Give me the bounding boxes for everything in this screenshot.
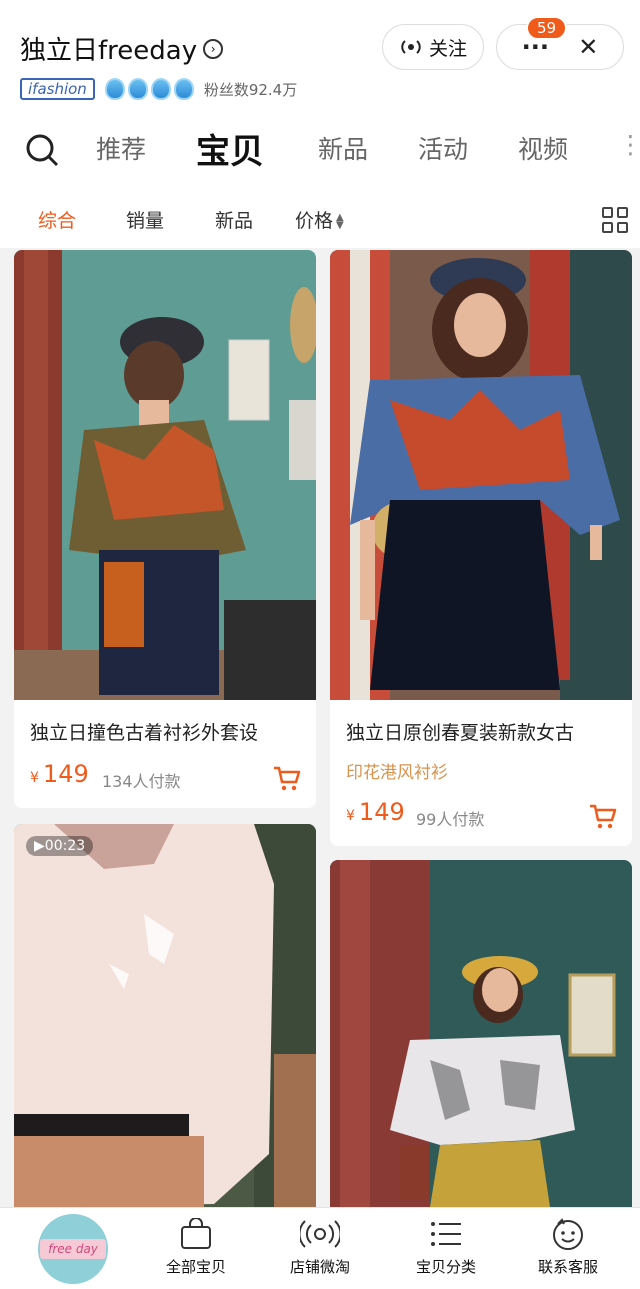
currency-symbol: ¥ [346,808,355,824]
product-subtitle: 印花港风衬衫 [346,763,448,783]
tab-events[interactable]: 活动 [418,130,468,166]
search-icon[interactable] [24,132,60,168]
product-video-thumbnail [14,824,316,1207]
grid-view-icon[interactable] [602,207,628,233]
sort-price-label: 价格 [295,210,334,232]
product-card[interactable]: 独立日原创春夏装新款女古 印花港风衬衫 ¥149 99人付款 [330,250,632,846]
tab-recommend[interactable]: 推荐 [96,130,146,166]
customer-service-icon [553,1218,583,1250]
sort-bar: 综合 销量 新品 价格 ▲ ▼ [0,190,640,248]
follow-label: 关注 [428,37,467,60]
nav-label: 宝贝分类 [415,1258,476,1276]
price-value: 149 [42,760,89,788]
shop-tabs: 推荐 宝贝 新品 活动 视频 ⋮ [0,110,640,190]
broadcast-icon [300,1220,340,1248]
nav-all-products[interactable]: 全部宝贝 [146,1218,246,1277]
chevron-right-icon: › [203,38,224,59]
product-image [14,250,316,700]
shop-logo[interactable]: free day [38,1214,108,1284]
video-duration: 00:23 [44,838,86,854]
product-title: 独立日原创春夏装新款女古 [346,722,575,744]
broadcast-icon [401,40,421,54]
nav-label: 联系客服 [537,1258,598,1276]
shop-logo-text: free day [40,1239,106,1259]
shop-name-link[interactable]: 独立日freeday › [20,30,224,67]
nav-customer-service[interactable]: 联系客服 [518,1218,618,1277]
product-card[interactable] [14,824,316,1207]
price-value: 149 [358,798,405,826]
crown-rating-icon [104,78,194,100]
list-icon [431,1222,461,1246]
sort-arrows-icon: ▲ ▼ [336,211,344,231]
add-to-cart-icon[interactable] [272,764,302,792]
sort-price[interactable]: 价格 ▲ ▼ [295,206,344,233]
bottom-navigation: free day 全部宝贝 店铺微淘 宝贝分类 联系客服 [0,1207,640,1289]
tab-new[interactable]: 新品 [318,130,368,166]
sort-new[interactable]: 新品 [215,206,253,233]
tabs-overflow-icon: ⋮ [618,130,640,159]
video-duration-badge: ▶00:23 [26,836,94,856]
nav-label: 店铺微淘 [289,1258,350,1276]
shopping-bag-icon [181,1218,211,1249]
product-title: 独立日撞色古着衬衫外套设 [30,722,259,744]
product-card[interactable] [330,860,632,1207]
product-card[interactable]: 独立日撞色古着衬衫外套设 ¥149 134人付款 [14,250,316,808]
add-to-cart-icon[interactable] [588,802,618,830]
shop-header: 独立日freeday › ifashion 粉丝数92.4万 关注 ··· ✕ … [0,0,640,110]
sold-count: 99人付款 [416,810,485,829]
nav-weitao[interactable]: 店铺微淘 [270,1218,370,1277]
product-image [330,250,632,700]
sold-count: 134人付款 [102,772,181,791]
shop-name: 独立日freeday [20,36,198,66]
ifashion-badge: ifashion [20,78,95,100]
product-price: ¥149 [346,798,405,826]
product-image [330,860,632,1207]
tab-videos[interactable]: 视频 [518,130,568,166]
sort-sales[interactable]: 销量 [126,206,164,233]
notification-badge: 59 [526,16,568,40]
shop-badges: ifashion 粉丝数92.4万 [20,78,297,100]
product-price: ¥149 [30,760,89,788]
close-icon[interactable]: ✕ [578,33,598,61]
sort-overall[interactable]: 综合 [38,206,76,233]
currency-symbol: ¥ [30,770,39,786]
nav-label: 全部宝贝 [165,1258,226,1276]
tab-products[interactable]: 宝贝 [196,124,264,173]
nav-categories[interactable]: 宝贝分类 [396,1218,496,1277]
fans-count: 粉丝数92.4万 [203,80,298,99]
follow-button[interactable]: 关注 [382,24,484,70]
